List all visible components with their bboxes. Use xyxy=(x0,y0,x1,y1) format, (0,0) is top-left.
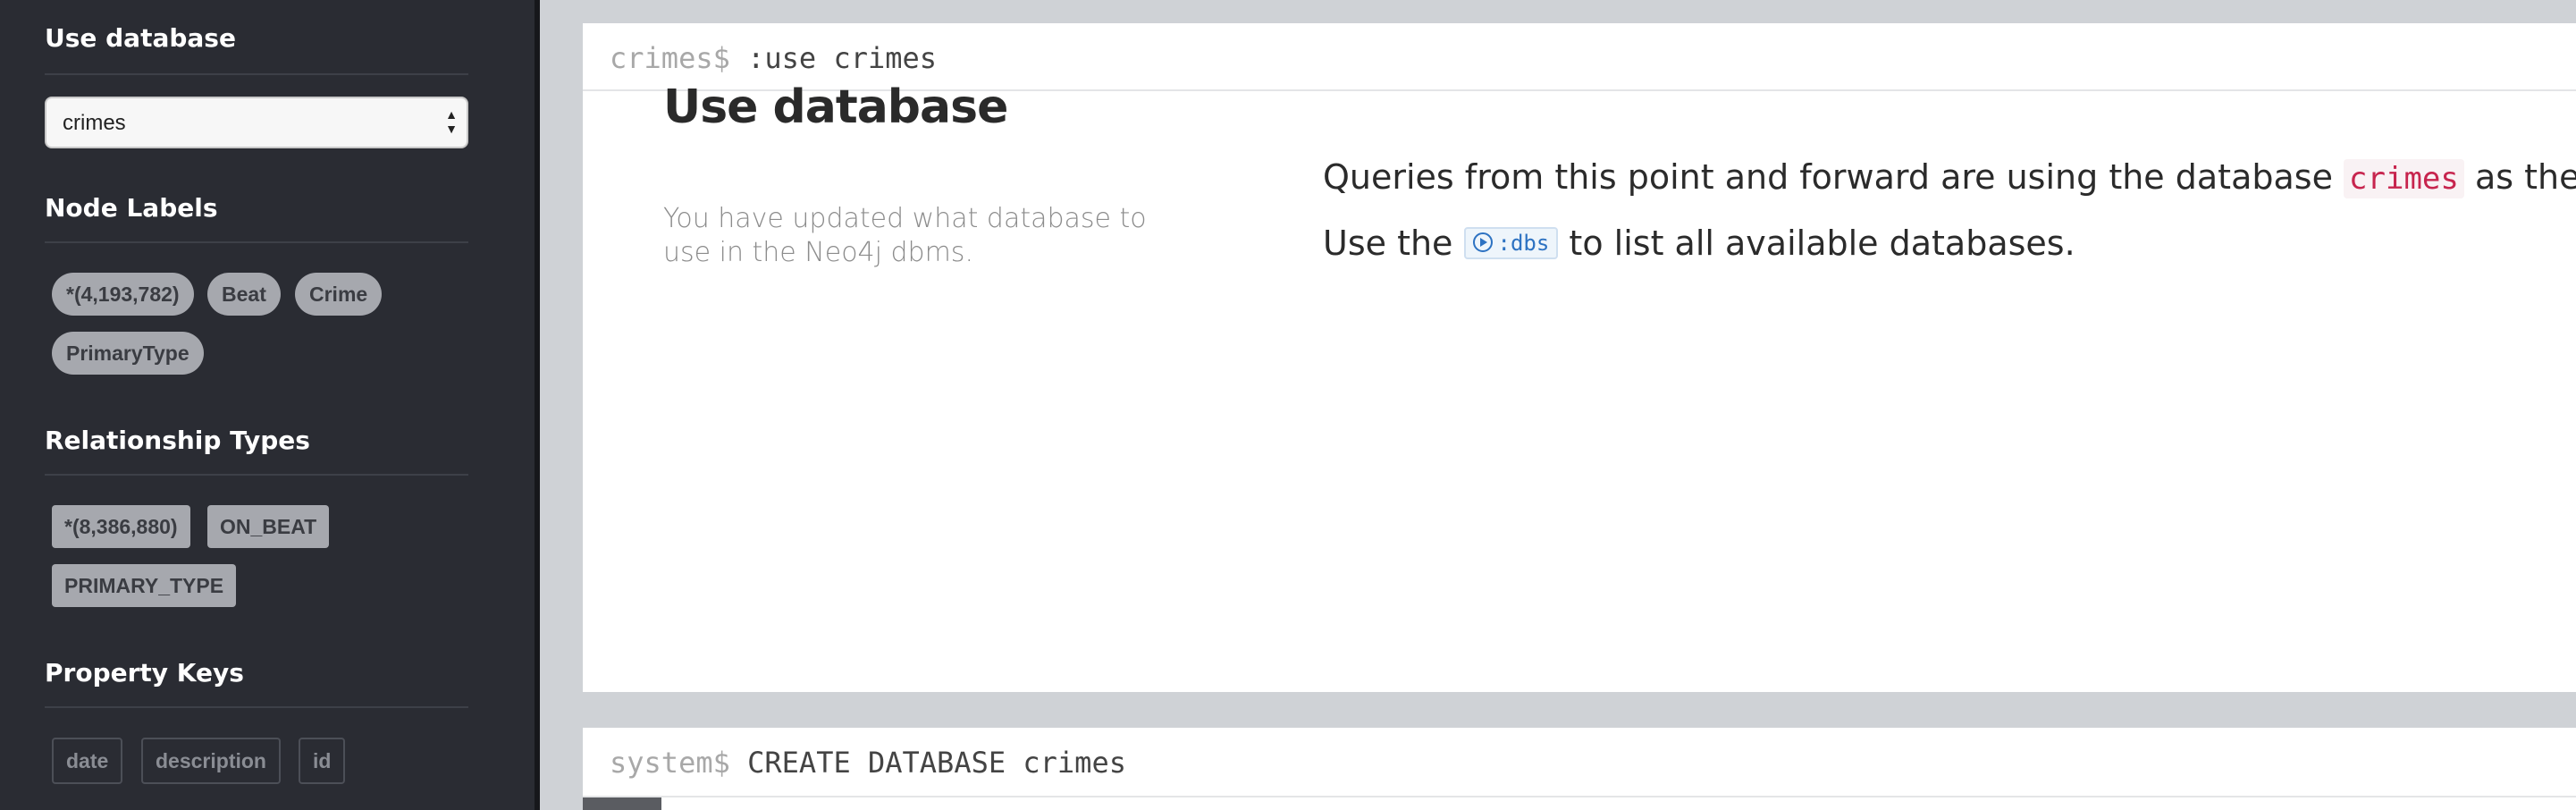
list-dbs-message: Use the :dbs to list all available datab… xyxy=(1323,224,2075,263)
property-key-description[interactable]: description xyxy=(141,738,281,784)
property-key-id[interactable]: id xyxy=(299,738,346,784)
command-prompt: system$ xyxy=(610,746,730,780)
property-key-date[interactable]: date xyxy=(52,738,123,784)
card-title: Use database xyxy=(663,80,1008,134)
frame-command[interactable]: crimes$ :use crimes xyxy=(610,41,937,75)
divider xyxy=(45,241,468,243)
command-prompt: crimes$ xyxy=(610,41,730,75)
message-text: Use the xyxy=(1323,224,1453,263)
relationship-type-all[interactable]: *(8,386,880) xyxy=(52,505,190,548)
card-subtitle: You have updated what database to use in… xyxy=(663,203,1147,268)
node-label-primarytype[interactable]: PrimaryType xyxy=(52,332,204,375)
message-text: as the target. xyxy=(2474,157,2576,197)
command-text: :use crimes xyxy=(747,41,938,75)
command-text: CREATE DATABASE crimes xyxy=(747,746,1126,780)
divider xyxy=(45,474,468,476)
play-icon xyxy=(1472,232,1493,252)
node-label-all[interactable]: *(4,193,782) xyxy=(52,273,194,316)
frame-header[interactable]: system$ CREATE DATABASE crimes xyxy=(583,728,2576,797)
database-name: crimes xyxy=(2344,159,2464,198)
relationship-type-primary-type[interactable]: PRIMARY_TYPE xyxy=(52,564,237,607)
node-labels-heading: Node Labels xyxy=(45,193,218,223)
message-text: Queries from this point and forward are … xyxy=(1323,157,2333,197)
database-select-value: crimes xyxy=(63,111,126,135)
property-keys-heading: Property Keys xyxy=(45,658,244,688)
sidebar-border xyxy=(535,0,540,810)
select-arrows-icon: ▲ ▼ xyxy=(445,107,458,136)
divider xyxy=(45,706,468,708)
use-database-heading: Use database xyxy=(45,23,236,53)
message-text: to list all available databases. xyxy=(1569,224,2075,263)
divider xyxy=(45,73,468,75)
frame-command[interactable]: system$ CREATE DATABASE crimes xyxy=(610,746,1126,780)
relationship-type-on-beat[interactable]: ON_BEAT xyxy=(207,505,330,548)
database-select[interactable]: crimes ▲ ▼ xyxy=(45,97,468,148)
dbs-command-link[interactable]: :dbs xyxy=(1463,226,1559,259)
result-frame-use: crimes$ :use crimes Use database You hav… xyxy=(583,23,2576,692)
result-frame-create: system$ CREATE DATABASE crimes xyxy=(583,728,2576,810)
node-label-crime[interactable]: Crime xyxy=(295,273,383,316)
dbs-command-label: :dbs xyxy=(1497,230,1550,256)
relationship-types-heading: Relationship Types xyxy=(45,426,310,455)
use-db-message: Queries from this point and forward are … xyxy=(1323,157,2576,198)
frame-tab-marker xyxy=(583,797,661,810)
database-sidebar: Use database crimes ▲ ▼ Node Labels *(4,1… xyxy=(0,0,535,810)
node-label-beat[interactable]: Beat xyxy=(207,273,281,316)
